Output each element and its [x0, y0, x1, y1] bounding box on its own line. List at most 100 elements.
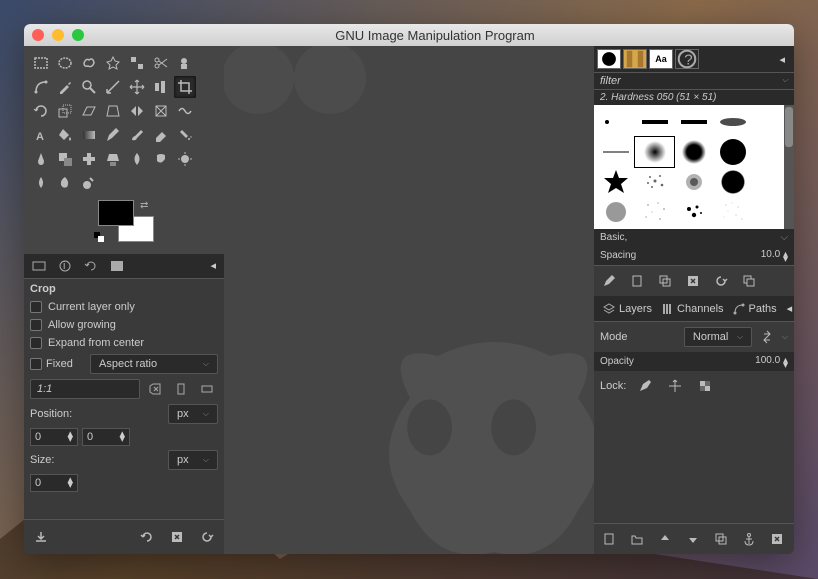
align-tool[interactable] [150, 76, 172, 98]
eraser-tool[interactable] [150, 124, 172, 146]
duplicate-layer-icon[interactable] [710, 528, 732, 550]
portrait-icon[interactable] [170, 378, 192, 400]
scale-tool[interactable] [54, 100, 76, 122]
lower-layer-icon[interactable] [682, 528, 704, 550]
images-tab[interactable] [104, 256, 130, 276]
brush-item[interactable] [635, 167, 674, 197]
brush-item[interactable] [596, 137, 635, 167]
rotate-tool[interactable] [30, 100, 52, 122]
blend-tool[interactable] [78, 124, 100, 146]
restore-preset-icon[interactable] [136, 526, 158, 548]
brush-item[interactable] [635, 107, 674, 137]
open-brush-icon[interactable] [738, 270, 760, 292]
refresh-brush-icon[interactable] [710, 270, 732, 292]
brush-item[interactable] [714, 167, 753, 197]
lock-alpha-icon[interactable] [694, 375, 716, 397]
duplicate-brush-icon[interactable] [654, 270, 676, 292]
maximize-button[interactable] [72, 29, 84, 41]
paths-tool[interactable] [30, 76, 52, 98]
text-tool[interactable]: A [30, 124, 52, 146]
color-swatches[interactable]: ⇄ [94, 200, 154, 242]
tool-options-tab[interactable] [26, 256, 52, 276]
drop-tool-2[interactable] [54, 172, 76, 194]
free-select-tool[interactable] [78, 52, 100, 74]
anchor-layer-icon[interactable] [738, 528, 760, 550]
color-picker-tool[interactable] [54, 76, 76, 98]
heal-tool[interactable] [78, 148, 100, 170]
crop-tool[interactable] [174, 76, 196, 98]
mode-select[interactable]: Normal⌵ [684, 327, 752, 347]
allow-growing-checkbox[interactable]: Allow growing [30, 316, 218, 334]
save-preset-icon[interactable] [30, 526, 52, 548]
foreground-select-tool[interactable] [174, 52, 196, 74]
raise-layer-icon[interactable] [654, 528, 676, 550]
brush-item[interactable] [674, 137, 713, 167]
lock-position-icon[interactable] [664, 375, 686, 397]
size-unit-select[interactable]: px⌵ [168, 450, 218, 470]
history-tab[interactable]: ? [675, 49, 699, 69]
new-group-icon[interactable] [626, 528, 648, 550]
perspective-clone-tool[interactable] [102, 148, 124, 170]
paths-tab[interactable]: Paths [728, 299, 781, 318]
measure-tool[interactable] [102, 76, 124, 98]
dodge-tool[interactable] [174, 148, 196, 170]
brush-item[interactable] [714, 197, 753, 227]
reset-preset-icon[interactable] [196, 526, 218, 548]
by-color-select-tool[interactable] [126, 52, 148, 74]
delete-layer-icon[interactable] [766, 528, 788, 550]
move-tool[interactable] [126, 76, 148, 98]
brushes-tab[interactable] [597, 49, 621, 69]
ink-tool[interactable] [30, 148, 52, 170]
brush-preset-select[interactable]: Basic,⌵ [594, 229, 794, 246]
paintbrush-tool[interactable] [126, 124, 148, 146]
shear-tool[interactable] [78, 100, 100, 122]
clear-ratio-icon[interactable] [144, 378, 166, 400]
ratio-input[interactable]: 1:1 [30, 379, 140, 399]
channels-tab[interactable]: Channels [656, 299, 727, 318]
drop-tool-1[interactable] [30, 172, 52, 194]
pencil-tool[interactable] [102, 124, 124, 146]
patterns-tab[interactable] [623, 49, 647, 69]
layers-tab-menu-icon[interactable]: ◂ [781, 299, 794, 318]
expand-center-checkbox[interactable]: Expand from center [30, 334, 218, 352]
zoom-tool[interactable] [78, 76, 100, 98]
device-status-tab[interactable]: i [52, 256, 78, 276]
perspective-tool[interactable] [102, 100, 124, 122]
mode-chevron-icon[interactable]: ⌵ [782, 332, 788, 342]
brush-item[interactable] [714, 137, 753, 167]
opacity-slider[interactable]: Opacity 100.0 ▴▾ [594, 352, 794, 371]
landscape-icon[interactable] [196, 378, 218, 400]
fg-color[interactable] [98, 200, 134, 226]
clone-tool[interactable] [54, 148, 76, 170]
blur-tool[interactable] [126, 148, 148, 170]
undo-history-tab[interactable] [78, 256, 104, 276]
brush-item[interactable] [674, 167, 713, 197]
edit-brush-icon[interactable] [598, 270, 620, 292]
spacing-slider[interactable]: Spacing 10.0 ▴▾ [594, 246, 794, 265]
cage-tool[interactable] [150, 100, 172, 122]
bucket-fill-tool[interactable] [54, 124, 76, 146]
brush-item[interactable] [714, 107, 753, 137]
drop-tool-3[interactable] [78, 172, 100, 194]
tab-menu-icon[interactable]: ◂ [204, 256, 222, 276]
fonts-tab[interactable]: Aa [649, 49, 673, 69]
scissors-tool[interactable] [150, 52, 172, 74]
warp-tool[interactable] [174, 100, 196, 122]
close-button[interactable] [32, 29, 44, 41]
default-colors-icon[interactable] [94, 232, 104, 242]
fuzzy-select-tool[interactable] [102, 52, 124, 74]
ellipse-select-tool[interactable] [54, 52, 76, 74]
current-layer-checkbox[interactable]: Current layer only [30, 298, 218, 316]
brush-item[interactable] [674, 107, 713, 137]
mode-switch-icon[interactable] [756, 326, 778, 348]
brush-item[interactable] [674, 197, 713, 227]
minimize-button[interactable] [52, 29, 64, 41]
delete-preset-icon[interactable] [166, 526, 188, 548]
pos-x-input[interactable]: 0▴▾ [30, 428, 78, 446]
new-brush-icon[interactable] [626, 270, 648, 292]
brush-tab-menu-icon[interactable]: ◂ [773, 50, 791, 69]
rect-select-tool[interactable] [30, 52, 52, 74]
brush-item[interactable] [596, 167, 635, 197]
brush-item[interactable] [635, 197, 674, 227]
lock-pixels-icon[interactable] [634, 375, 656, 397]
